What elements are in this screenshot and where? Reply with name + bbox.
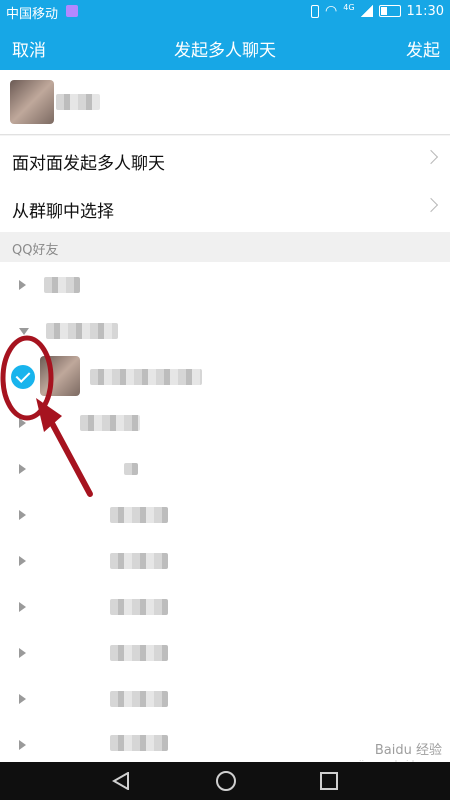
carrier-label: 中国移动 bbox=[6, 7, 59, 22]
blurred-group-name bbox=[44, 277, 80, 293]
start-chat-button[interactable]: 发起 bbox=[406, 36, 440, 61]
menu-face-to-face[interactable]: 面对面发起多人聊天 bbox=[0, 136, 450, 185]
blurred-group-name bbox=[124, 463, 138, 475]
friend-row-selected[interactable] bbox=[0, 354, 450, 401]
blurred-group-name bbox=[110, 735, 168, 751]
blurred-group-name bbox=[46, 323, 118, 339]
status-bar: 中国移动 ◠ 4G 11:30 bbox=[0, 0, 450, 24]
avatar bbox=[10, 80, 54, 124]
friend-group-row[interactable] bbox=[0, 676, 450, 723]
home-icon[interactable] bbox=[216, 771, 236, 791]
expand-arrow-icon bbox=[19, 602, 26, 612]
blurred-group-name bbox=[110, 553, 168, 569]
vibrate-icon bbox=[311, 4, 320, 18]
friend-group-row[interactable] bbox=[0, 400, 450, 447]
blurred-name bbox=[56, 94, 100, 110]
friend-group-row[interactable] bbox=[0, 630, 450, 677]
network-label: 4G bbox=[343, 2, 355, 12]
battery-icon bbox=[378, 5, 401, 17]
expand-arrow-icon bbox=[19, 556, 26, 566]
chevron-right-icon bbox=[423, 197, 439, 213]
chevron-right-icon bbox=[423, 149, 439, 165]
page-title: 发起多人聊天 bbox=[174, 41, 276, 61]
expand-arrow-icon bbox=[19, 648, 26, 658]
menu-item-label: 从群聊中选择 bbox=[12, 202, 114, 222]
recent-apps-icon[interactable] bbox=[320, 772, 338, 790]
wifi-icon: ◠ bbox=[325, 3, 338, 19]
blurred-group-name bbox=[80, 415, 140, 431]
friend-group-row[interactable] bbox=[0, 584, 450, 631]
expand-arrow-icon bbox=[19, 418, 26, 428]
expand-arrow-icon bbox=[19, 510, 26, 520]
blurred-group-name bbox=[110, 645, 168, 661]
title-bar: 取消 发起多人聊天 发起 bbox=[0, 24, 450, 70]
navigation-bar bbox=[0, 762, 450, 800]
avatar bbox=[40, 356, 80, 396]
notification-icon bbox=[66, 5, 78, 17]
expand-arrow-icon bbox=[19, 694, 26, 704]
expand-arrow-icon bbox=[19, 464, 26, 474]
blurred-group-name bbox=[110, 507, 168, 523]
menu-choose-from-groups[interactable]: 从群聊中选择 bbox=[0, 184, 450, 233]
checkmark-icon[interactable] bbox=[11, 365, 35, 389]
menu-item-label: 面对面发起多人聊天 bbox=[12, 154, 165, 174]
back-icon[interactable] bbox=[112, 772, 130, 790]
blurred-friend-name bbox=[90, 369, 202, 385]
expand-arrow-icon bbox=[19, 280, 26, 290]
signal-icon bbox=[360, 5, 373, 17]
section-label: QQ好友 bbox=[12, 243, 59, 258]
friend-group-row-expanded[interactable] bbox=[0, 308, 450, 355]
friend-group-row[interactable] bbox=[0, 492, 450, 539]
expand-arrow-icon bbox=[19, 740, 26, 750]
collapse-arrow-icon bbox=[19, 328, 29, 335]
blurred-group-name bbox=[110, 599, 168, 615]
friend-group-row[interactable] bbox=[0, 446, 450, 493]
section-header: QQ好友 bbox=[0, 232, 450, 262]
watermark-brand: Baidu 经验 bbox=[374, 743, 442, 758]
clock-time: 11:30 bbox=[406, 3, 444, 19]
friend-group-row[interactable] bbox=[0, 538, 450, 585]
friend-group-row[interactable] bbox=[0, 262, 450, 309]
account-row bbox=[0, 70, 450, 135]
blurred-group-name bbox=[110, 691, 168, 707]
